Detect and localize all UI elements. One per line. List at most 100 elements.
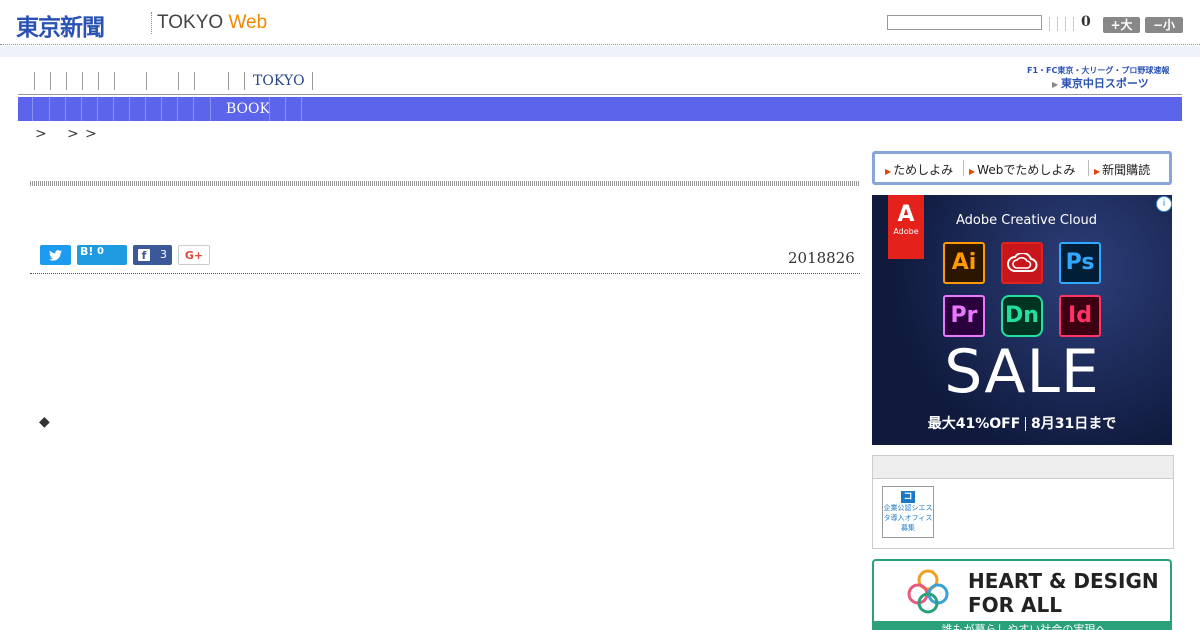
logo-divider (151, 12, 153, 34)
subnav-divider (1088, 160, 1089, 176)
creative-cloud-icon-graphic (1007, 252, 1038, 272)
nav-divider (18, 94, 1182, 95)
adobe-brand-text: Adobe (893, 227, 919, 236)
section-nav-divider (65, 97, 66, 121)
hatena-icon: B! (80, 245, 94, 258)
arrow-right-icon: ▶ (1094, 167, 1101, 176)
arrow-right-icon: ▶ (969, 167, 976, 176)
breadcrumb-separator: > (67, 126, 79, 142)
web-trial-read-link[interactable]: ▶ Webでためしよみ (969, 161, 1075, 178)
sports-link-logo[interactable]: ▶ 東京中日スポーツ (1052, 75, 1149, 91)
section-nav-divider (210, 97, 211, 121)
web-trial-read-label: Webでためしよみ (977, 163, 1076, 177)
ad-title: Adobe Creative Cloud (956, 213, 1098, 228)
siesta-badge[interactable]: コ企業公認シエスタ導入オフィス募集 (882, 486, 934, 538)
nav-item[interactable] (98, 72, 99, 90)
premiere-app-icon: Pr (943, 295, 985, 337)
ad-info-icon[interactable]: i (1156, 196, 1172, 212)
adobe-a-icon: A (897, 202, 915, 227)
hatena-bookmark-button[interactable]: B! 0 (77, 245, 127, 265)
nav-item-tokyo[interactable]: TOKYO (244, 72, 313, 90)
ad-sale-text: SALE (944, 337, 1100, 407)
facebook-count: 3 (160, 248, 167, 261)
google-plus-share-button[interactable]: G+ (178, 245, 210, 265)
nav-item[interactable] (146, 72, 147, 90)
siesta-badge-text: 企業公認シエスタ導入オフィス募集 (883, 504, 933, 532)
section-nav-divider (97, 97, 98, 121)
arrow-right-icon: ▶ (1052, 80, 1061, 89)
header-divider (0, 44, 1200, 45)
photoshop-app-icon: Ps (1059, 242, 1101, 284)
siesta-logo-icon: コ (901, 491, 915, 503)
heart-design-tagline: 誰もが暮らしやすい社会の実現へ (874, 621, 1170, 630)
logo-web-text: Web (228, 12, 268, 33)
nav-item[interactable] (34, 72, 35, 90)
trial-read-link[interactable]: ▶ ためしよみ (885, 161, 953, 178)
diamond-bullet: ◆ (39, 414, 50, 430)
heart-design-title: HEART & DESIGN FOR ALL (968, 569, 1159, 617)
nav-item[interactable] (66, 72, 67, 90)
section-nav-divider (161, 97, 162, 121)
sidebar-box-header (873, 456, 1173, 479)
breadcrumb-separator: > (35, 126, 47, 142)
article-title-rule (30, 181, 860, 186)
site-logo-jp[interactable]: 東京新聞 (16, 8, 105, 42)
header-separator (1057, 17, 1058, 31)
site-header: 東京新聞 TOKYO Web 0 +大 −小 (0, 0, 1200, 45)
ad-offer-divider (1025, 417, 1027, 431)
nav-item[interactable] (50, 72, 51, 90)
subscribe-link[interactable]: ▶ 新聞購読 (1094, 161, 1150, 178)
article-divider (30, 273, 860, 274)
nav-item[interactable] (178, 72, 179, 90)
breadcrumb-separator: > (85, 126, 97, 142)
arrow-right-icon: ▶ (885, 167, 892, 176)
font-smaller-button[interactable]: −小 (1145, 17, 1183, 33)
header-band (0, 46, 1200, 57)
subnav-divider (963, 160, 964, 176)
trial-read-label: ためしよみ (893, 163, 954, 177)
site-logo-en[interactable]: TOKYO Web (157, 12, 267, 34)
indesign-app-icon: Id (1059, 295, 1101, 337)
section-nav-divider (269, 97, 270, 121)
sidebar-box: コ企業公認シエスタ導入オフィス募集 (872, 455, 1174, 549)
section-nav-divider (32, 97, 33, 121)
heart-design-banner[interactable]: HEART & DESIGN FOR ALL 誰もが暮らしやすい社会の実現へ (872, 559, 1172, 630)
section-nav-divider (129, 97, 130, 121)
nav-item[interactable] (114, 72, 115, 90)
creative-cloud-icon (1001, 242, 1043, 284)
logo-tokyo-text: TOKYO (157, 12, 224, 33)
section-nav-divider (301, 97, 302, 121)
twitter-share-button[interactable] (40, 245, 71, 265)
subscription-nav: ▶ ためしよみ ▶ Webでためしよみ ▶ 新聞購読 (872, 151, 1172, 185)
section-nav-divider (113, 97, 114, 121)
sports-link-title: 東京中日スポーツ (1060, 77, 1149, 90)
section-nav-divider (49, 97, 50, 121)
ad-offer: 最大41%OFF 8月31日まで (872, 413, 1172, 433)
adobe-logo: A Adobe (888, 195, 924, 259)
section-nav-divider (81, 97, 82, 121)
header-separator (1073, 17, 1074, 31)
nav-item[interactable] (194, 72, 195, 90)
section-nav: BOOK (18, 97, 1182, 121)
heart-design-logo-icon (907, 569, 949, 614)
facebook-icon: f (138, 249, 150, 262)
nav-item[interactable] (228, 72, 229, 90)
section-nav-divider (177, 97, 178, 121)
header-separator (1065, 17, 1066, 31)
ad-deadline: 8月31日まで (1031, 416, 1117, 432)
hatena-count: 0 (97, 246, 104, 257)
header-separator (1049, 17, 1050, 31)
search-count: 0 (1081, 14, 1091, 30)
article-date: 2018826 (788, 249, 855, 267)
search-input[interactable] (887, 15, 1042, 30)
subscribe-label: 新聞購読 (1102, 163, 1151, 177)
font-larger-button[interactable]: +大 (1103, 17, 1140, 33)
nav-item[interactable] (82, 72, 83, 90)
twitter-bird-icon (49, 249, 62, 261)
facebook-share-button[interactable]: f 3 (133, 245, 172, 265)
adobe-advertisement[interactable]: A Adobe i Adobe Creative Cloud Ai Ps Pr D… (872, 195, 1172, 445)
section-nav-divider (145, 97, 146, 121)
section-nav-divider (285, 97, 286, 121)
dimension-app-icon: Dn (1001, 295, 1043, 337)
section-nav-divider (193, 97, 194, 121)
